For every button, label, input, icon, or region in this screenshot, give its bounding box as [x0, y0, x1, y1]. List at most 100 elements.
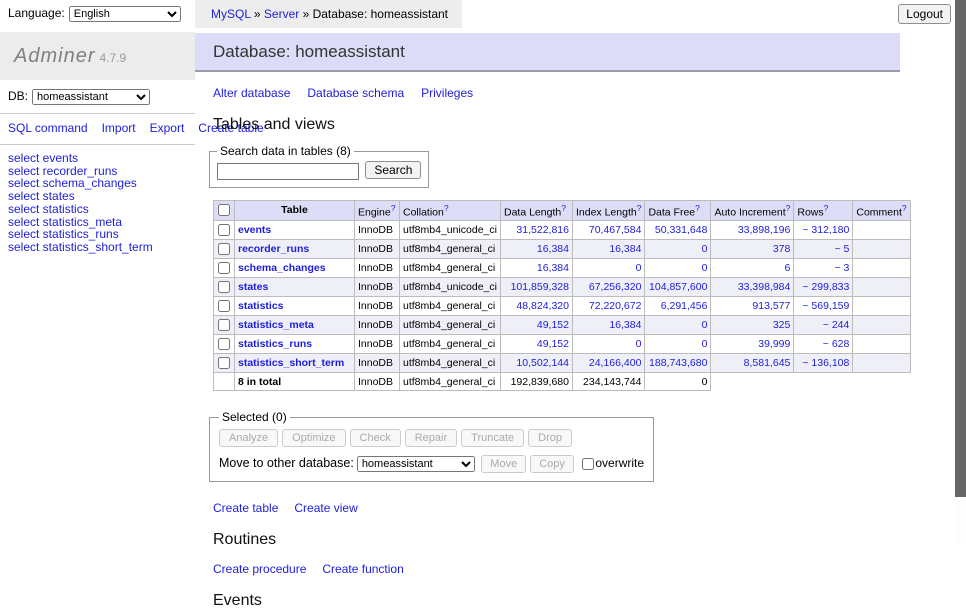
index-length-link[interactable]: 0 [636, 338, 642, 350]
rows-link[interactable]: ~ 312,180 [802, 224, 849, 236]
table-link-statistics-meta[interactable]: statistics_meta [238, 319, 314, 331]
help-link[interactable]: ? [444, 203, 449, 213]
table-link-statistics-runs[interactable]: statistics_runs [238, 338, 312, 350]
link-privileges[interactable]: Privileges [421, 86, 473, 100]
row-checkbox[interactable] [218, 319, 230, 331]
data-free-link[interactable]: 0 [702, 262, 708, 274]
move-database-select[interactable]: homeassistant [357, 456, 475, 472]
search-input[interactable] [217, 163, 359, 180]
help-link[interactable]: ? [561, 203, 566, 213]
sidebar-link-export[interactable]: Export [150, 121, 185, 135]
engine-cell: InnoDB [355, 259, 400, 278]
breadcrumb-mysql[interactable]: MySQL [211, 7, 251, 21]
row-checkbox[interactable] [218, 224, 230, 236]
scrollbar-thumb[interactable] [955, 0, 966, 497]
rows-link[interactable]: ~ 628 [823, 338, 850, 350]
data-length-link[interactable]: 101,859,328 [511, 281, 569, 293]
sidebar-item-select-events[interactable]: select events [8, 152, 187, 165]
rows-link[interactable]: ~ 569,159 [802, 300, 849, 312]
copy-button[interactable]: Copy [530, 455, 574, 473]
data-free-link[interactable]: 188,743,680 [649, 357, 707, 369]
table-link-schema-changes[interactable]: schema_changes [238, 262, 326, 274]
data-length-link[interactable]: 48,824,320 [516, 300, 569, 312]
analyze-button[interactable]: Analyze [219, 429, 278, 447]
auto-increment-link[interactable]: 913,577 [752, 300, 790, 312]
select-all-checkbox[interactable] [218, 204, 230, 216]
rows-link[interactable]: ~ 244 [823, 319, 850, 331]
data-length-link[interactable]: 31,522,816 [516, 224, 569, 236]
data-free-link[interactable]: 0 [702, 319, 708, 331]
help-link[interactable]: ? [902, 203, 907, 213]
index-length-link[interactable]: 67,256,320 [589, 281, 642, 293]
check-button[interactable]: Check [350, 429, 401, 447]
sidebar-item-select-statistics-short-term[interactable]: select statistics_short_term [8, 241, 187, 254]
data-free-link[interactable]: 0 [702, 243, 708, 255]
rows-link[interactable]: ~ 299,833 [802, 281, 849, 293]
help-link[interactable]: ? [824, 203, 829, 213]
breadcrumb-server[interactable]: Server [264, 7, 299, 21]
data-free-link[interactable]: 0 [702, 338, 708, 350]
data-length-link[interactable]: 10,502,144 [516, 357, 569, 369]
table-link-recorder-runs[interactable]: recorder_runs [238, 243, 309, 255]
data-length-link[interactable]: 16,384 [537, 243, 569, 255]
row-checkbox[interactable] [218, 262, 230, 274]
row-checkbox[interactable] [218, 338, 230, 350]
table-link-statistics[interactable]: statistics [238, 300, 284, 312]
data-free-link[interactable]: 50,331,648 [655, 224, 708, 236]
logout-button[interactable]: Logout [898, 4, 951, 24]
rows-link[interactable]: ~ 136,108 [802, 357, 849, 369]
link-create-function[interactable]: Create function [322, 562, 403, 576]
help-link[interactable]: ? [637, 203, 642, 213]
drop-button[interactable]: Drop [528, 429, 572, 447]
row-checkbox[interactable] [218, 243, 230, 255]
index-length-link[interactable]: 72,220,672 [589, 300, 642, 312]
overwrite-checkbox[interactable] [582, 458, 594, 470]
index-length-link[interactable]: 16,384 [609, 319, 641, 331]
table-link-events[interactable]: events [238, 224, 271, 236]
help-link[interactable]: ? [786, 203, 791, 213]
row-checkbox[interactable] [218, 300, 230, 312]
auto-increment-link[interactable]: 378 [773, 243, 791, 255]
auto-increment-link[interactable]: 33,398,984 [738, 281, 791, 293]
row-checkbox[interactable] [218, 281, 230, 293]
data-length-link[interactable]: 49,152 [537, 338, 569, 350]
data-free-link[interactable]: 104,857,600 [649, 281, 707, 293]
truncate-button[interactable]: Truncate [461, 429, 524, 447]
sidebar-item-select-states[interactable]: select states [8, 190, 187, 203]
vertical-scrollbar[interactable] [955, 0, 966, 543]
data-free-link[interactable]: 6,291,456 [661, 300, 708, 312]
index-length-link[interactable]: 0 [636, 262, 642, 274]
repair-button[interactable]: Repair [405, 429, 457, 447]
auto-increment-link[interactable]: 33,898,196 [738, 224, 791, 236]
sidebar-item-select-statistics[interactable]: select statistics [8, 203, 187, 216]
index-length-link[interactable]: 16,384 [609, 243, 641, 255]
table-link-statistics-short-term[interactable]: statistics_short_term [238, 357, 344, 369]
table-link-states[interactable]: states [238, 281, 268, 293]
rows-link[interactable]: ~ 5 [834, 243, 849, 255]
language-select[interactable]: English [69, 6, 181, 22]
db-select[interactable]: homeassistant [32, 89, 150, 105]
auto-increment-link[interactable]: 6 [785, 262, 791, 274]
search-button[interactable]: Search [365, 161, 421, 179]
data-length-link[interactable]: 49,152 [537, 319, 569, 331]
link-create-table[interactable]: Create table [213, 501, 278, 515]
auto-increment-link[interactable]: 8,581,645 [744, 357, 791, 369]
help-link[interactable]: ? [391, 203, 396, 213]
link-create-procedure[interactable]: Create procedure [213, 562, 306, 576]
data-length-link[interactable]: 16,384 [537, 262, 569, 274]
row-checkbox[interactable] [218, 357, 230, 369]
link-alter-database[interactable]: Alter database [213, 86, 290, 100]
rows-link[interactable]: ~ 3 [834, 262, 849, 274]
sidebar-link-import[interactable]: Import [102, 121, 136, 135]
optimize-button[interactable]: Optimize [282, 429, 345, 447]
help-link[interactable]: ? [695, 203, 700, 213]
sidebar-link-sql-command[interactable]: SQL command [8, 121, 88, 135]
table-row: recorder_runsInnoDButf8mb4_general_ci16,… [214, 240, 911, 259]
link-database-schema[interactable]: Database schema [307, 86, 404, 100]
index-length-link[interactable]: 70,467,584 [589, 224, 642, 236]
auto-increment-link[interactable]: 39,999 [758, 338, 790, 350]
move-button[interactable]: Move [481, 455, 526, 473]
auto-increment-link[interactable]: 325 [773, 319, 791, 331]
index-length-link[interactable]: 24,166,400 [589, 357, 642, 369]
link-create-view[interactable]: Create view [294, 501, 357, 515]
